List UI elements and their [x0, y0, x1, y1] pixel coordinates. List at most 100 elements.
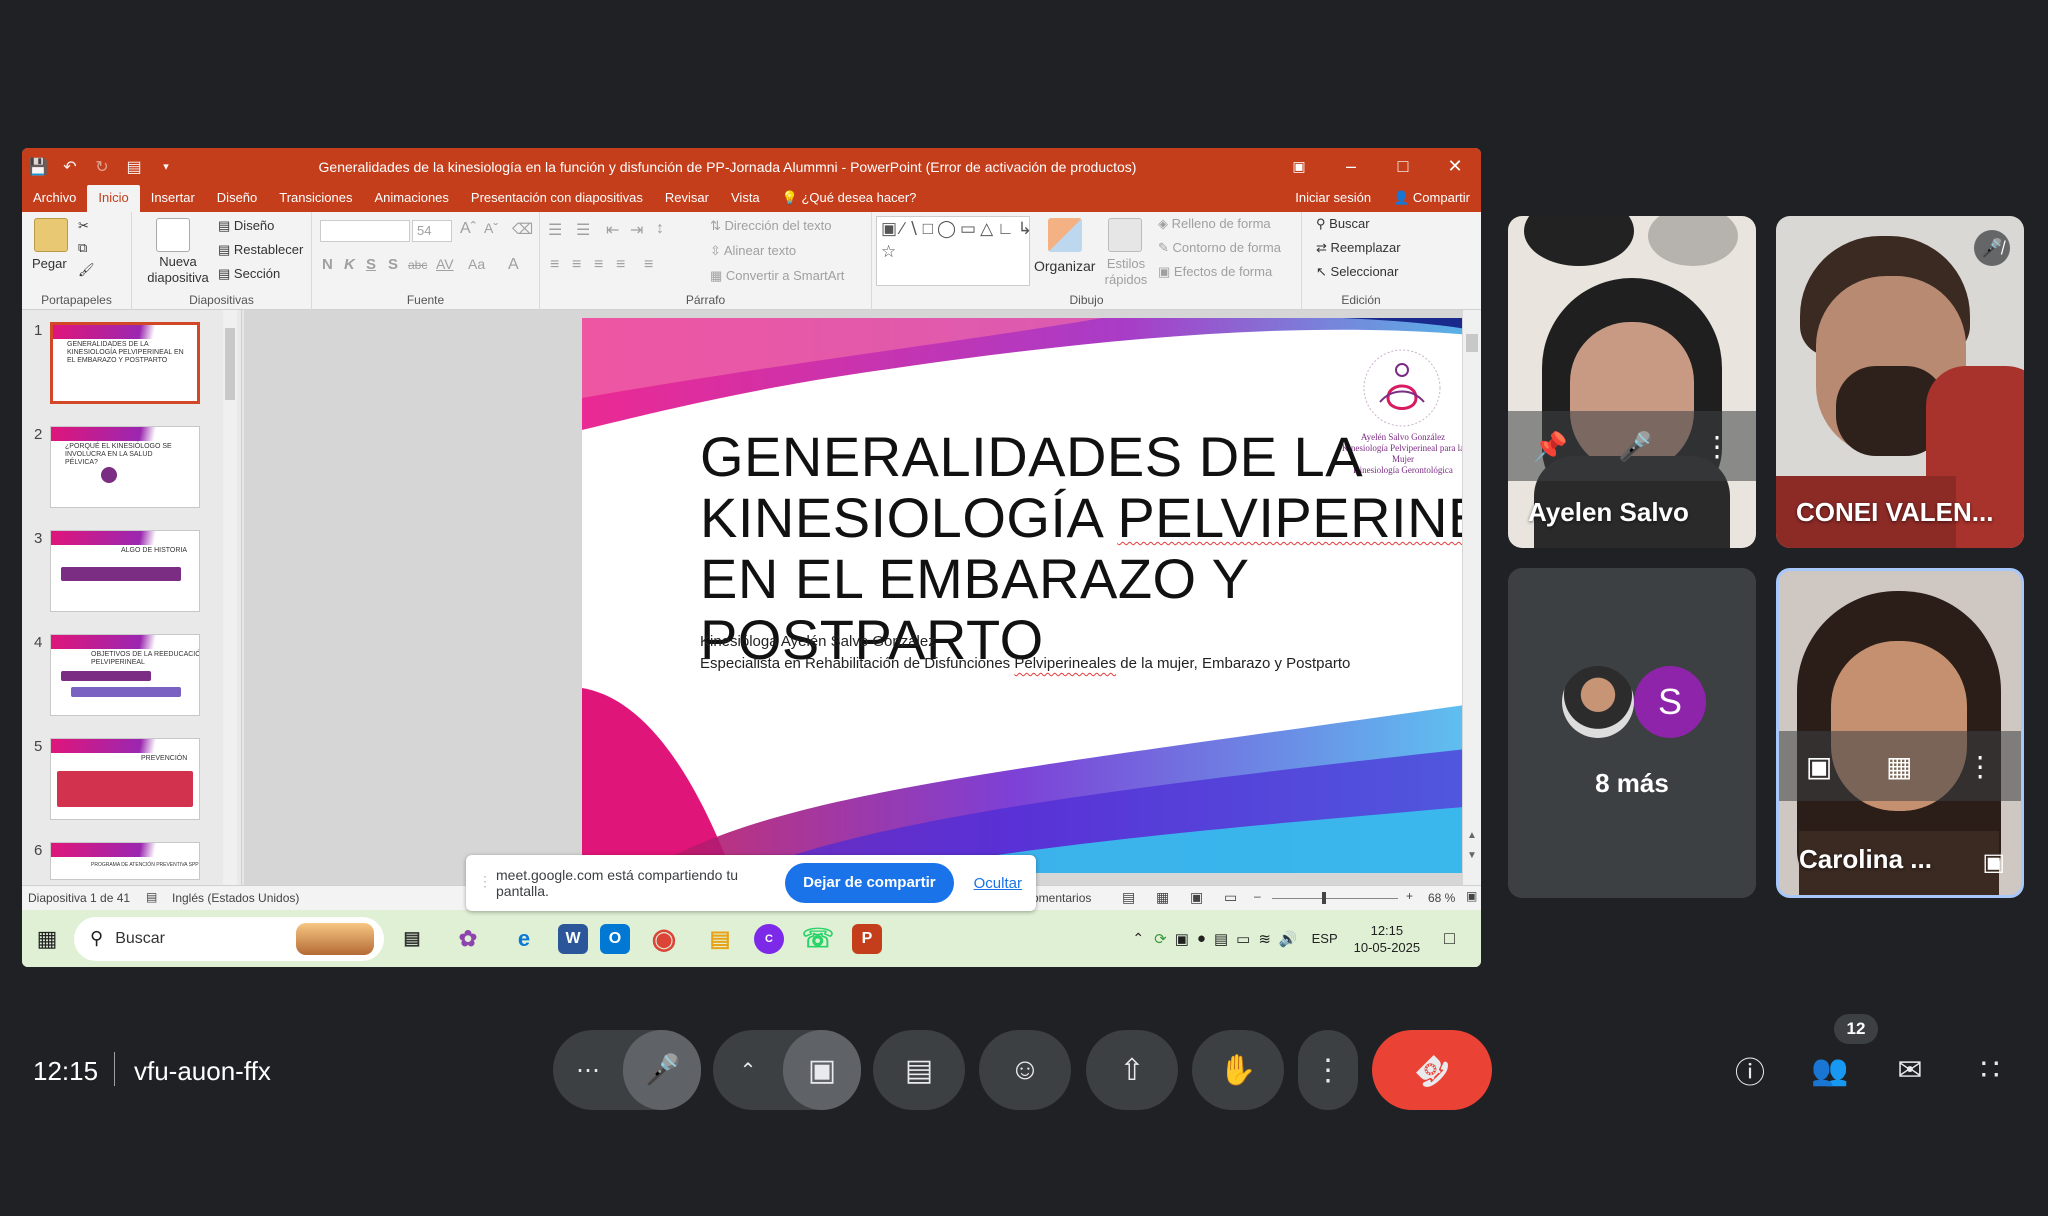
copilot-icon[interactable]: ✿ [446, 917, 490, 961]
frame-person-icon[interactable]: ▣ [1806, 750, 1832, 783]
tray-share-icon[interactable]: ▤ [1214, 930, 1228, 948]
change-case-button[interactable]: Aa [468, 256, 485, 272]
pin-icon[interactable]: 📌 [1533, 430, 1568, 463]
reset-button[interactable]: ▤ Restablecer [218, 242, 303, 258]
taskbar-clock[interactable]: 12:15 10-05-2025 [1354, 922, 1421, 956]
windows-start-icon[interactable]: ▦ [22, 926, 72, 952]
find-button[interactable]: ⚲ Buscar [1316, 216, 1370, 232]
drag-handle-icon[interactable]: ⋮ [478, 873, 492, 890]
thumbnails-scrollbar[interactable] [223, 310, 237, 885]
paste-icon[interactable] [34, 218, 68, 252]
spacing-button[interactable]: AV [436, 256, 454, 272]
thumbnail-slide-6[interactable]: Programa de Atención Preventiva SPP [50, 842, 200, 880]
bullets-icon[interactable]: ☰ [548, 220, 562, 240]
align-right-icon[interactable]: ≡ [594, 256, 603, 274]
thumbnail-slide-2[interactable]: ¿Porqué el kinesiólogo se involucra en l… [50, 426, 200, 508]
scroll-thumb[interactable] [1466, 334, 1478, 352]
chrome-icon[interactable]: ◉ [642, 917, 686, 961]
shapes-gallery[interactable]: ▣∕∖□◯▭△∟↳⇨⇩◱↱◝↷{}☆ [876, 216, 1030, 286]
ribbon-display-icon[interactable]: ▣ [1273, 158, 1325, 175]
align-center-icon[interactable]: ≡ [572, 256, 581, 274]
slide-subtitle[interactable]: Especialista en Rehabilitación de Disfun… [700, 655, 1350, 672]
zoom-in-icon[interactable]: + [1406, 889, 1413, 903]
battery-icon[interactable]: ▭ [1236, 930, 1250, 948]
shape-fill-button[interactable]: ◈ Relleno de forma [1158, 216, 1271, 232]
next-slide-icon[interactable]: ▼ [1467, 850, 1477, 861]
share-button[interactable]: 👤 Compartir [1382, 185, 1481, 212]
outlook-icon[interactable]: O [600, 923, 630, 954]
editor-scrollbar[interactable]: ▲ ▼ [1462, 310, 1481, 885]
word-icon[interactable]: W [558, 923, 588, 954]
thumbnail-slide-1[interactable]: Generalidades de la kinesiología pelvipe… [50, 322, 200, 404]
language-status[interactable]: Inglés (Estados Unidos) [172, 891, 299, 905]
current-slide[interactable]: Ayelén Salvo González Kinesiología Pelvi… [582, 318, 1481, 873]
chat-icon[interactable]: ✉ [1882, 1042, 1938, 1098]
task-view-icon[interactable]: ▤ [390, 917, 434, 961]
increase-indent-icon[interactable]: ⇥ [630, 220, 643, 240]
participant-tile-conei[interactable]: 🎤̸ CONEI VALEN... [1776, 216, 2024, 548]
new-slide-icon[interactable] [156, 218, 190, 252]
camera-button[interactable]: ▣ [783, 1030, 861, 1110]
line-spacing-icon[interactable]: ↕ [656, 220, 664, 238]
arrange-icon[interactable] [1048, 218, 1082, 252]
layout-button[interactable]: ▤ Diseño [218, 218, 274, 234]
tab-animaciones[interactable]: Animaciones [363, 185, 459, 212]
reading-view-icon[interactable]: ▣ [1190, 889, 1203, 906]
shape-outline-button[interactable]: ✎ Contorno de forma [1158, 240, 1281, 256]
maximize-icon[interactable]: □ [1377, 156, 1429, 177]
redo-icon[interactable]: ↻ [86, 157, 118, 177]
canva-icon[interactable]: C [754, 923, 784, 954]
audio-options-icon[interactable]: ⋯ [553, 1056, 623, 1085]
paste-button[interactable]: Pegar [32, 256, 67, 271]
align-text-button[interactable]: ⇳ Alinear texto [710, 243, 796, 259]
leave-call-button[interactable]: ☎ [1372, 1030, 1492, 1110]
font-color-button[interactable]: A [508, 256, 519, 274]
spellcheck-icon[interactable]: ▤ [146, 890, 157, 904]
tab-insertar[interactable]: Insertar [140, 185, 206, 212]
tray-camera-icon[interactable]: ▣ [1175, 930, 1189, 948]
normal-view-icon[interactable]: ▤ [1122, 889, 1135, 906]
clear-format-icon[interactable]: ⌫ [512, 220, 533, 238]
sign-in-link[interactable]: Iniciar sesión [1284, 185, 1382, 212]
slide-author[interactable]: Kinesióloga Ayelén Salvo González [700, 633, 936, 650]
italic-button[interactable]: K [344, 256, 355, 273]
taskbar-search[interactable]: ⚲ Buscar [74, 916, 384, 961]
format-painter-icon[interactable]: 🖌 [78, 262, 95, 278]
tab-revisar[interactable]: Revisar [654, 185, 720, 212]
mute-participant-icon[interactable]: 🎤 [1618, 430, 1653, 463]
volume-icon[interactable]: 🔊 [1279, 930, 1298, 948]
meeting-info-icon[interactable]: ⓘ [1722, 1042, 1778, 1098]
tab-presentacion[interactable]: Presentación con diapositivas [460, 185, 654, 212]
raise-hand-button[interactable]: ✋ [1192, 1030, 1284, 1110]
undo-icon[interactable]: ↶ [54, 157, 86, 177]
tell-me-box[interactable]: 💡 ¿Qué desea hacer? [771, 185, 928, 212]
underline-button[interactable]: S [366, 256, 376, 273]
more-options-button[interactable]: ⋮ [1298, 1030, 1358, 1110]
zoom-slider-handle[interactable] [1322, 892, 1326, 904]
sorter-view-icon[interactable]: ▦ [1156, 889, 1169, 906]
visual-effects-icon[interactable]: ▦ [1886, 750, 1912, 783]
whatsapp-icon[interactable]: ☏ [796, 917, 840, 961]
microphone-button[interactable]: 🎤 [623, 1030, 701, 1110]
thumbnail-slide-4[interactable]: Objetivos de la reeducación pelviperinea… [50, 634, 200, 716]
font-name-box[interactable] [320, 220, 410, 242]
thumbnail-slide-5[interactable]: Prevención [50, 738, 200, 820]
people-icon[interactable]: 👥 [1802, 1042, 1858, 1098]
fit-to-window-icon[interactable]: ▣ [1466, 889, 1477, 903]
powerpoint-icon[interactable]: P [852, 923, 882, 954]
shadow-button[interactable]: S [388, 256, 398, 273]
close-icon[interactable]: ✕ [1429, 156, 1481, 177]
columns-icon[interactable]: ≡ [644, 256, 653, 274]
comments-button[interactable]: omentarios [1032, 891, 1091, 905]
scroll-thumb[interactable] [225, 328, 235, 400]
minimize-icon[interactable]: – [1325, 156, 1377, 177]
quick-styles-icon[interactable] [1108, 218, 1142, 252]
decrease-indent-icon[interactable]: ⇤ [606, 220, 619, 240]
text-direction-button[interactable]: ⇅ Dirección del texto [710, 218, 831, 234]
reactions-button[interactable]: ☺ [979, 1030, 1071, 1110]
tab-archivo[interactable]: Archivo [22, 185, 87, 212]
zoom-level[interactable]: 68 % [1428, 891, 1455, 905]
more-options-icon[interactable]: ⋮ [1966, 750, 1994, 783]
font-size-box[interactable]: 54 [412, 220, 452, 242]
shape-effects-button[interactable]: ▣ Efectos de forma [1158, 264, 1272, 280]
